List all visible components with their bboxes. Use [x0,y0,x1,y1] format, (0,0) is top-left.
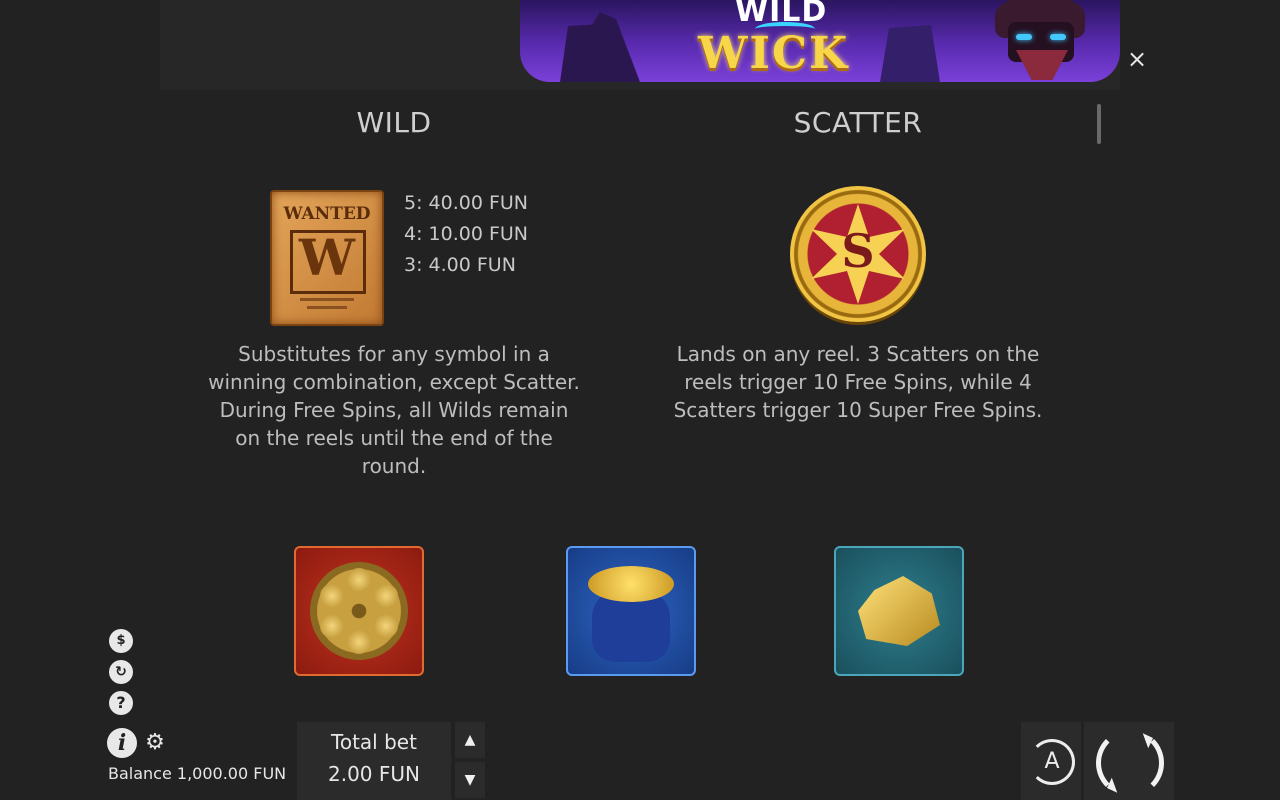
autoplay-button[interactable]: A [1021,722,1081,800]
gear-icon[interactable]: ⚙ [144,732,166,754]
scrollbar[interactable] [1097,104,1101,144]
chamber [374,584,398,608]
eye-glow [1050,34,1066,40]
poster-line [307,306,347,309]
coins-shape [588,566,674,602]
eye-glow [1016,34,1032,40]
payout-row: 3: 4.00 FUN [404,254,516,276]
logo-wick-text: WICK [698,28,850,79]
total-bet-panel: Total bet 2.00 FUN [297,722,451,800]
help-icon[interactable]: ? [109,691,133,715]
spin-icon [1096,729,1164,797]
banner-art: WILD WICK [520,0,1120,82]
spin-button[interactable] [1084,722,1174,800]
payout-row: 4: 10.00 FUN [404,223,529,245]
chamber [320,614,344,638]
coin-bag-symbol-icon [566,546,696,676]
cylinder-shape [310,562,408,660]
chamber [320,584,344,608]
cowboy-character [980,0,1120,82]
nugget-shape [858,576,940,646]
game-banner: WILD WICK [160,0,1120,90]
coin-bag-icon[interactable]: $ [109,629,133,653]
wild-title: WILD [356,106,432,139]
scarf-shape [1016,50,1068,80]
scatter-title: SCATTER [793,106,923,139]
scatter-letter: S [841,224,875,278]
poster-line [300,298,354,301]
chamber [347,630,371,654]
info-icon[interactable]: i [107,728,137,758]
bet-increase-button[interactable]: ▲ [455,722,485,758]
chamber [374,614,398,638]
sheriff-star-icon: S [790,186,926,322]
payout-row: 5: 40.00 FUN [404,192,529,214]
wild-symbol-icon: WANTED W [270,190,384,326]
mesa-shape [880,25,940,82]
scatter-description: Lands on any reel. 3 Scatters on the ree… [673,342,1043,422]
close-button[interactable]: × [1124,46,1150,72]
bet-decrease-button[interactable]: ▼ [455,762,485,798]
chamber [347,568,371,592]
revolver-cylinder-icon [294,546,424,676]
wild-letter: W [298,228,356,287]
total-bet-label: Total bet [331,730,417,754]
total-bet-value: 2.00 FUN [328,762,420,786]
autoplay-icon: A [1029,739,1075,785]
wild-paytable: 5: 40.00 FUN 4: 10.00 FUN 3: 4.00 FUN [404,188,528,281]
wanted-text: WANTED [283,204,371,224]
mesa-shape [560,12,640,82]
wild-description: Substitutes for any symbol in a winning … [208,342,580,478]
gold-nugget-icon [834,546,964,676]
history-icon[interactable]: ↻ [109,660,133,684]
balance-label: Balance 1,000.00 FUN [108,764,287,783]
